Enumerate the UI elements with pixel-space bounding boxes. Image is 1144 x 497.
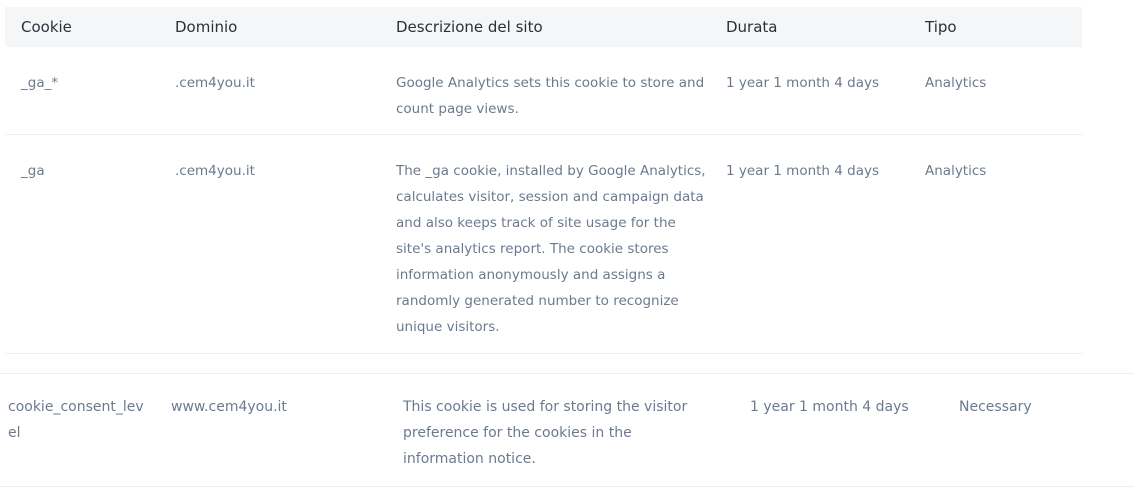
header-domain: Dominio xyxy=(175,18,238,36)
cookie-description: This cookie is used for storing the visi… xyxy=(403,399,688,467)
cookie-duration: 1 year 1 month 4 days xyxy=(726,163,880,179)
cookie-name: cookie_consent_level xyxy=(8,399,144,441)
cookie-duration: 1 year 1 month 4 days xyxy=(750,399,909,415)
necessary-cookie-table: cookie_consent_level www.cem4you.it This… xyxy=(0,373,1134,487)
cookie-domain: www.cem4you.it xyxy=(171,399,287,415)
cookie-name: _ga_* xyxy=(21,75,59,91)
cookie-domain: .cem4you.it xyxy=(175,163,255,179)
cookie-domain: .cem4you.it xyxy=(175,75,255,91)
cookie-name: _ga xyxy=(21,163,45,179)
cookie-type: Analytics xyxy=(925,75,987,91)
table-row: _ga .cem4you.it The _ga cookie, installe… xyxy=(5,135,1082,354)
table-row: _ga_* .cem4you.it Google Analytics sets … xyxy=(5,47,1082,135)
header-type: Tipo xyxy=(925,18,957,36)
cookie-duration: 1 year 1 month 4 days xyxy=(726,75,880,91)
cookie-description: The _ga cookie, installed by Google Anal… xyxy=(396,163,706,335)
table-header: Cookie Dominio Descrizione del sito Dura… xyxy=(5,7,1082,47)
cookie-type: Analytics xyxy=(925,163,987,179)
header-description: Descrizione del sito xyxy=(396,18,543,36)
cookie-type: Necessary xyxy=(959,399,1032,415)
header-cookie: Cookie xyxy=(21,18,72,36)
header-duration: Durata xyxy=(726,18,778,36)
analytics-cookie-table: Cookie Dominio Descrizione del sito Dura… xyxy=(5,7,1082,354)
cookie-description: Google Analytics sets this cookie to sto… xyxy=(396,75,705,117)
